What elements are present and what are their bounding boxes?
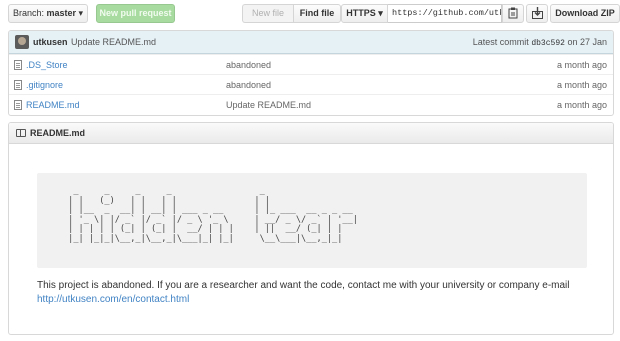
readme-notice: This project is abandoned. If you are a … — [37, 279, 597, 307]
new-file-button[interactable]: New file — [242, 4, 293, 23]
latest-commit-bar: utkusen Update README.md Latest commit d… — [9, 31, 613, 54]
readme-title: README.md — [30, 128, 86, 138]
file-age: a month ago — [556, 60, 607, 70]
branch-prefix: Branch: — [12, 8, 44, 18]
protocol-selector[interactable]: HTTPS ▾ — [341, 4, 388, 23]
file-name-link[interactable]: .DS_Store — [26, 60, 68, 70]
contact-link[interactable]: http://utkusen.com/en/contact.html — [37, 294, 189, 305]
clone-in-desktop-button[interactable] — [526, 4, 548, 23]
clone-url-input[interactable]: https://github.com/utkusen/hidden-tear.g… — [388, 4, 502, 23]
commit-author[interactable]: utkusen — [33, 37, 68, 47]
ascii-art-text: _ _ _ _ _ | | (_) | | | | | | | |__ _ __… — [68, 186, 358, 244]
branch-selector[interactable]: Branch: master ▾ — [8, 4, 88, 23]
table-row: README.md Update README.md a month ago — [9, 94, 613, 114]
table-row: .gitignore abandoned a month ago — [9, 74, 613, 94]
abandoned-notice-text: This project is abandoned. If you are a … — [37, 280, 570, 291]
latest-commit-label: Latest commit — [472, 37, 529, 47]
chevron-down-icon: ▾ — [78, 8, 84, 18]
file-age: a month ago — [556, 100, 607, 110]
download-zip-button[interactable]: Download ZIP — [550, 4, 620, 23]
clipboard-icon — [508, 7, 518, 19]
ascii-art-block: _ _ _ _ _ | | (_) | | | | | | | |__ _ __… — [37, 173, 587, 268]
readme-panel: README.md _ _ _ _ _ | | (_) | | | | | | … — [8, 122, 614, 335]
file-commit-message[interactable]: abandoned — [226, 80, 271, 90]
copy-to-clipboard-button[interactable] — [502, 4, 524, 23]
file-icon — [14, 80, 22, 90]
repo-toolbar: Branch: master ▾ New pull request New fi… — [8, 4, 620, 24]
file-list: utkusen Update README.md Latest commit d… — [8, 30, 614, 116]
file-icon — [14, 100, 22, 110]
commit-message[interactable]: Update README.md — [71, 37, 156, 47]
avatar[interactable] — [15, 35, 29, 49]
branch-name: master — [46, 8, 77, 18]
file-name-link[interactable]: .gitignore — [26, 80, 63, 90]
file-icon — [14, 60, 22, 70]
readme-header: README.md — [9, 123, 613, 144]
download-desktop-icon — [531, 7, 543, 19]
file-name-link[interactable]: README.md — [26, 100, 80, 110]
file-commit-message[interactable]: abandoned — [226, 60, 271, 70]
table-row: .DS_Store abandoned a month ago — [9, 54, 613, 74]
file-age: a month ago — [556, 80, 607, 90]
file-commit-message[interactable]: Update README.md — [226, 100, 311, 110]
new-pull-request-button[interactable]: New pull request — [96, 4, 175, 23]
book-icon — [16, 129, 26, 137]
latest-commit-info: Latest commit db3c592 on 27 Jan — [473, 37, 607, 48]
commit-date: on 27 Jan — [567, 37, 607, 47]
find-file-button[interactable]: Find file — [293, 4, 341, 23]
commit-sha[interactable]: db3c592 — [531, 39, 565, 48]
